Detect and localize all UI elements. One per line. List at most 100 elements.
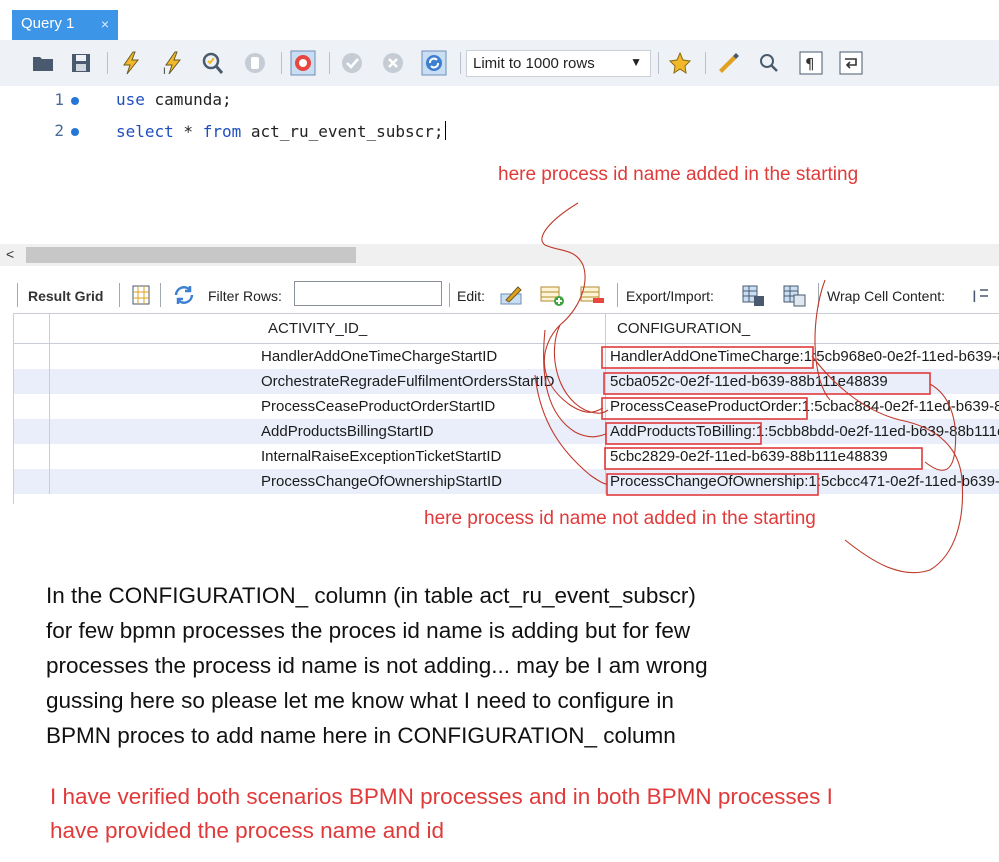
autocommit-icon[interactable] <box>421 50 447 76</box>
row-selector[interactable] <box>14 394 50 419</box>
toolbar-separator <box>281 52 282 74</box>
toolbar-separator <box>449 283 450 307</box>
refresh-icon[interactable] <box>171 282 197 308</box>
toolbar-separator <box>617 283 618 307</box>
table-row[interactable]: ProcessCeaseProductOrderStartID ProcessC… <box>14 394 999 419</box>
close-icon[interactable]: × <box>101 16 109 32</box>
row-selector-header <box>14 314 50 343</box>
edit-row-icon[interactable] <box>498 282 524 308</box>
sql-text: camunda; <box>144 90 232 109</box>
sql-text: * <box>173 122 203 141</box>
grid-cell-blank <box>50 444 254 469</box>
tab-query-1[interactable]: Query 1 × <box>12 10 118 40</box>
row-selector[interactable] <box>14 444 50 469</box>
svg-text:¶: ¶ <box>805 55 815 73</box>
svg-text:I: I <box>163 67 166 76</box>
code-text: select * from act_ru_event_subscr; <box>116 121 446 141</box>
cell-activity-id[interactable]: OrchestrateRegradeFulfilmentOrdersStartI… <box>254 369 606 394</box>
wrap-icon[interactable] <box>838 50 864 76</box>
statement-marker-icon <box>71 128 79 136</box>
open-folder-icon[interactable] <box>30 50 56 76</box>
table-row[interactable]: OrchestrateRegradeFulfilmentOrdersStartI… <box>14 369 999 394</box>
question-line: BPMN proces to add name here in CONFIGUR… <box>46 723 676 748</box>
sql-toolbar: I Limit to 1000 rows ▼ ¶ <box>0 40 999 87</box>
scroll-left-icon[interactable]: < <box>6 246 14 262</box>
question-line: In the CONFIGURATION_ column (in table a… <box>46 583 696 608</box>
commit-icon[interactable] <box>339 50 365 76</box>
add-row-icon[interactable] <box>539 282 565 308</box>
text-cursor <box>444 121 446 140</box>
verified-line: have provided the process name and id <box>50 818 445 843</box>
grid-layout-icon[interactable] <box>128 282 154 308</box>
bookmark-star-icon[interactable] <box>667 50 693 76</box>
table-row[interactable]: AddProductsBillingStartID AddProductsToB… <box>14 419 999 444</box>
svg-text:I: I <box>972 287 977 306</box>
toolbar-separator <box>460 52 461 74</box>
row-selector[interactable] <box>14 369 50 394</box>
annotation-bottom: here process id name not added in the st… <box>424 508 816 529</box>
annotation-top: here process id name added in the starti… <box>498 164 859 185</box>
toolbar-separator <box>119 283 120 307</box>
import-icon[interactable] <box>781 282 807 308</box>
result-grid[interactable]: ACTIVITY_ID_ CONFIGURATION_ HandlerAddOn… <box>13 313 999 504</box>
line-number: 2 <box>54 121 64 140</box>
result-toolbar: Result Grid Filter Rows: Edit: Export/Im… <box>0 277 999 312</box>
save-icon[interactable] <box>68 50 94 76</box>
stop-icon[interactable] <box>242 50 268 76</box>
execute-icon[interactable] <box>118 50 144 76</box>
line-number: 1 <box>54 90 64 109</box>
question-text: In the CONFIGURATION_ column (in table a… <box>46 578 946 753</box>
cell-activity-id[interactable]: AddProductsBillingStartID <box>254 419 606 444</box>
verified-line: I have verified both scenarios BPMN proc… <box>50 784 833 809</box>
export-icon[interactable] <box>740 282 766 308</box>
grid-cell-blank <box>50 344 254 369</box>
toolbar-separator <box>658 52 659 74</box>
code-text: use camunda; <box>116 90 232 109</box>
wrap-cell-icon[interactable]: I <box>967 282 988 308</box>
beautify-icon[interactable] <box>715 50 741 76</box>
filter-rows-input[interactable] <box>294 281 442 306</box>
row-selector[interactable] <box>14 469 50 494</box>
table-row[interactable]: HandlerAddOneTimeChargeStartID HandlerAd… <box>14 344 999 369</box>
delete-row-icon[interactable] <box>579 282 605 308</box>
execute-current-icon[interactable]: I <box>160 50 186 76</box>
editor-horizontal-scrollbar[interactable]: < <box>0 244 999 266</box>
grid-header-row: ACTIVITY_ID_ CONFIGURATION_ <box>14 314 999 344</box>
find-icon[interactable] <box>756 50 782 76</box>
toolbar-separator <box>160 283 161 307</box>
cell-activity-id[interactable]: ProcessChangeOfOwnershipStartID <box>254 469 606 494</box>
cell-activity-id[interactable]: HandlerAddOneTimeChargeStartID <box>254 344 606 369</box>
result-grid-tab[interactable]: Result Grid <box>28 288 103 304</box>
toolbar-separator <box>818 283 819 307</box>
row-selector[interactable] <box>14 344 50 369</box>
column-header-configuration[interactable]: CONFIGURATION_ <box>606 314 999 343</box>
explain-icon[interactable] <box>199 50 225 76</box>
cell-configuration[interactable]: 5cba052c-0e2f-11ed-b639-88b111e48839 <box>606 369 999 394</box>
row-selector[interactable] <box>14 419 50 444</box>
sql-keyword: from <box>202 122 242 141</box>
cell-configuration[interactable]: 5cbc2829-0e2f-11ed-b639-88b111e48839 <box>606 444 999 469</box>
export-import-label: Export/Import: <box>626 288 714 304</box>
table-row[interactable]: InternalRaiseExceptionTicketStartID 5cbc… <box>14 444 999 469</box>
table-row[interactable]: ProcessChangeOfOwnershipStartID ProcessC… <box>14 469 999 494</box>
grid-cell-blank <box>50 419 254 444</box>
sql-keyword: use <box>116 90 145 109</box>
cell-configuration[interactable]: HandlerAddOneTimeCharge:1:5cb968e0-0e2f-… <box>606 344 999 369</box>
sql-text: act_ru_event_subscr; <box>241 122 444 141</box>
toggle-stop-on-error-icon[interactable] <box>290 50 316 76</box>
cell-configuration[interactable]: AddProductsToBilling:1:5cbb8bdd-0e2f-11e… <box>606 419 999 444</box>
cell-configuration[interactable]: ProcessCeaseProductOrder:1:5cbac884-0e2f… <box>606 394 999 419</box>
chevron-down-icon: ▼ <box>630 55 642 69</box>
rollback-icon[interactable] <box>380 50 406 76</box>
cell-activity-id[interactable]: InternalRaiseExceptionTicketStartID <box>254 444 606 469</box>
scrollbar-thumb[interactable] <box>26 247 356 263</box>
invisible-chars-icon[interactable]: ¶ <box>798 50 824 76</box>
wrap-cell-content-label: Wrap Cell Content: <box>827 288 946 304</box>
column-header-activity-id[interactable]: ACTIVITY_ID_ <box>254 314 606 343</box>
cell-configuration[interactable]: ProcessChangeOfOwnership:1:5cbcc471-0e2f… <box>606 469 999 494</box>
toolbar-separator <box>107 52 108 74</box>
question-line: processes the process id name is not add… <box>46 653 708 678</box>
cell-activity-id[interactable]: ProcessCeaseProductOrderStartID <box>254 394 606 419</box>
limit-rows-select[interactable]: Limit to 1000 rows ▼ <box>466 50 651 77</box>
question-line: for few bpmn processes the proces id nam… <box>46 618 691 643</box>
